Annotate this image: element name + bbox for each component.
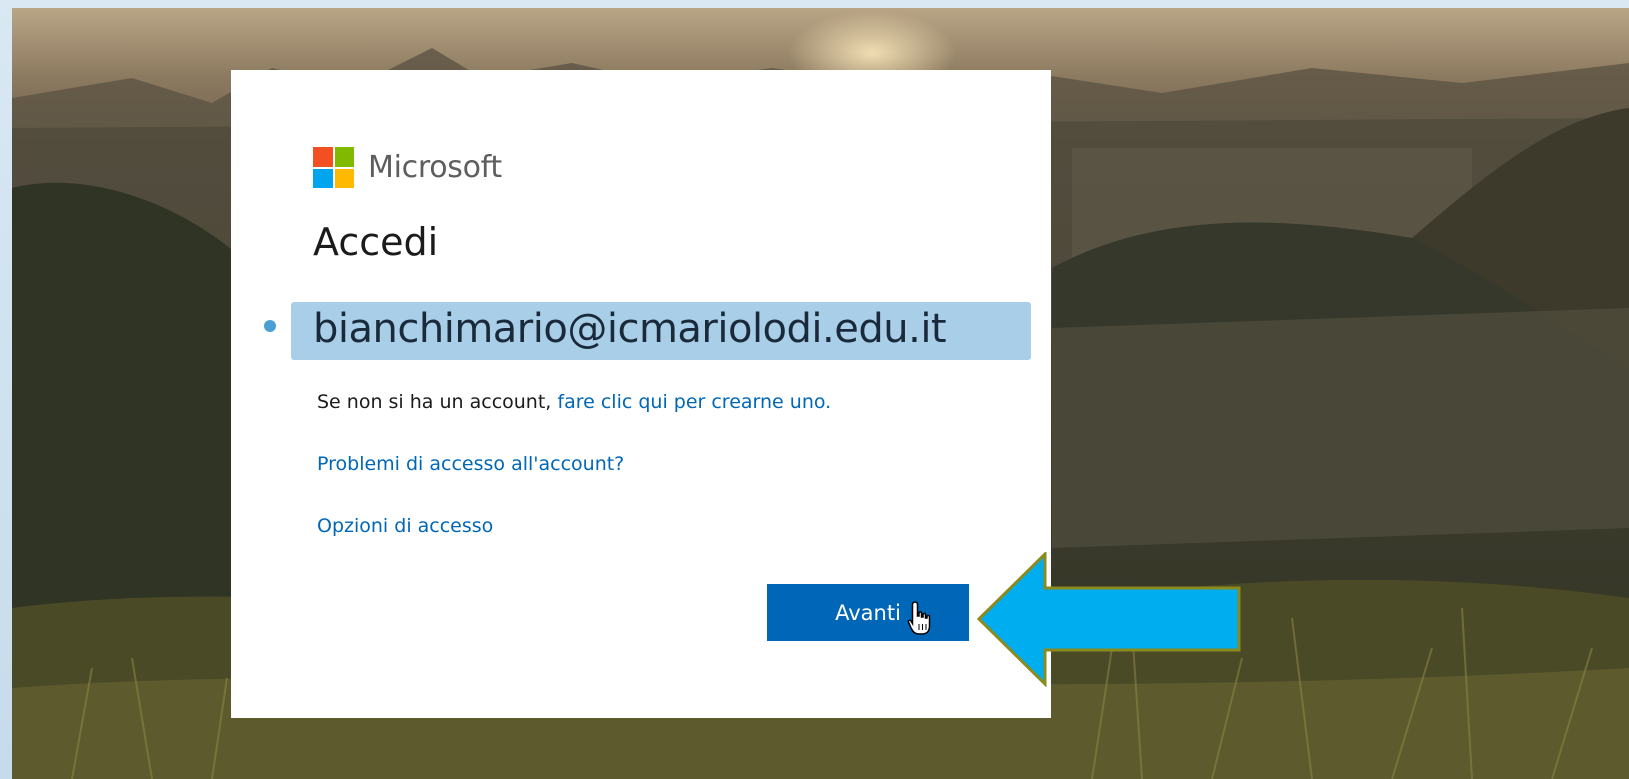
email-value: bianchimario@icmariolodi.edu.it	[313, 306, 947, 352]
no-account-text: Se non si ha un account, fare clic qui p…	[317, 391, 831, 413]
callout-arrow-icon	[976, 552, 1241, 687]
no-account-prefix: Se non si ha un account,	[317, 391, 558, 413]
bullet-dot	[264, 320, 276, 332]
signin-options-link[interactable]: Opzioni di accesso	[317, 515, 493, 537]
trouble-signin-link[interactable]: Problemi di accesso all'account?	[317, 453, 624, 475]
create-account-link[interactable]: fare clic qui per crearne uno.	[557, 391, 831, 413]
next-button[interactable]: Avanti	[767, 584, 969, 641]
brand-name: Microsoft	[368, 150, 502, 185]
logo-square-yellow	[334, 168, 354, 188]
page-title: Accedi	[313, 220, 439, 264]
microsoft-logo-icon	[313, 147, 354, 188]
logo-square-green	[334, 147, 354, 167]
logo-square-blue	[313, 168, 333, 188]
email-highlight-box[interactable]: bianchimario@icmariolodi.edu.it	[291, 302, 1031, 360]
microsoft-logo: Microsoft	[313, 147, 502, 188]
hand-cursor-icon	[907, 601, 931, 635]
logo-square-red	[313, 147, 333, 167]
